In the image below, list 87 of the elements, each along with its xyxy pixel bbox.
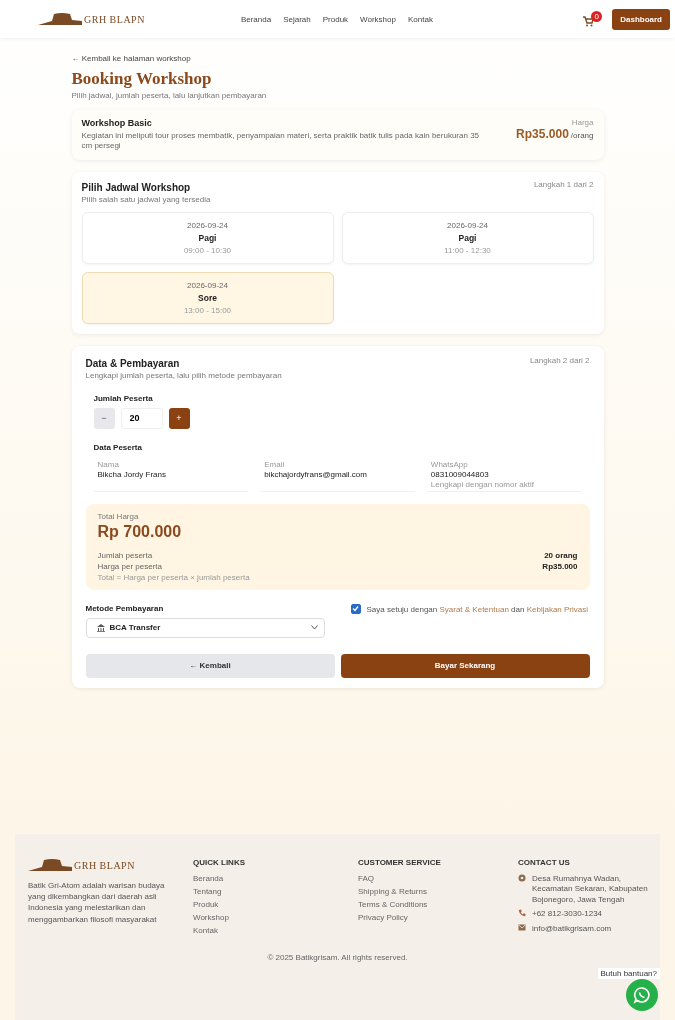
dashboard-button[interactable]: Dashboard: [612, 8, 670, 30]
schedule-option[interactable]: 2026-09-24 Pagi 09:00 - 10:30: [81, 211, 334, 264]
footer-link[interactable]: FAQ: [358, 874, 518, 883]
schedule-option[interactable]: 2026-09-24 Pagi 11:00 - 12:30: [341, 211, 594, 264]
slot-session: Sore: [198, 292, 217, 303]
summary-value: Rp35.000: [542, 561, 578, 571]
summary-label: Harga per peserta: [97, 561, 162, 571]
back-link[interactable]: ← Kembali ke halaman workshop: [71, 54, 604, 63]
footer-link[interactable]: Shipping & Returns: [358, 887, 518, 896]
footer-link[interactable]: Kontak: [193, 926, 358, 935]
cart-icon[interactable]: [582, 15, 595, 27]
nav-link[interactable]: Workshop: [360, 14, 396, 24]
footer-description: Batik Gri-Atom adalah warisan budaya yang dikembangkan dari daerah asli Indonesia yang melestarikan dan menggambarkan filosofi masyarakat: [28, 880, 166, 925]
field-label: WhatsApp: [430, 459, 469, 469]
mail-icon: [518, 923, 526, 931]
increase-button[interactable]: +: [168, 407, 190, 429]
total-amount: Rp 700.000: [97, 522, 183, 541]
slot-session: Pagi: [198, 232, 217, 243]
pay-button[interactable]: Bayar Sekarang: [340, 653, 590, 678]
workshop-name: Workshop Basic: [81, 118, 153, 128]
field-label: Jumlah Peserta: [93, 393, 154, 403]
page-title: Booking Workshop: [71, 69, 213, 89]
phone-icon: [518, 909, 526, 918]
nav-link[interactable]: Produk: [322, 14, 349, 24]
workshop-description: Kegiatan ini meliputi tour proses membatik, penyampaian materi, serta praktik batik tulis pada kain berukuran 35 cm persegi: [81, 131, 481, 152]
footer-link[interactable]: Terms & Conditions: [358, 900, 518, 909]
help-tooltip: Butuh bantuan?: [597, 968, 660, 979]
summary-note: Total = Harga per peserta × jumlah peserta: [97, 572, 251, 582]
hat-logo-icon: [28, 858, 72, 872]
step-label: Langkah 2 dari 2: [529, 355, 590, 365]
footer-link[interactable]: Produk: [193, 900, 358, 909]
footer-link[interactable]: Workshop: [193, 913, 358, 922]
logo-text: GRH BLAPN: [74, 859, 135, 871]
field-label: Metode Pembayaran: [85, 603, 165, 613]
privacy-link[interactable]: Kebijakan Privasi: [526, 604, 588, 614]
slot-time: 09:00 - 10:30: [183, 245, 232, 255]
terms-link[interactable]: Syarat & Ketentuan: [439, 604, 509, 614]
contact-text: info@batikgrisam.com: [532, 923, 613, 934]
agreement-text: Saya setuju dengan Syarat & Ketentuan dan Kebijakan Privasi: [366, 603, 588, 616]
footer-link[interactable]: Privacy Policy: [358, 913, 518, 922]
chat-button[interactable]: [626, 979, 658, 1011]
slot-session: Pagi: [458, 232, 477, 243]
schedule-option[interactable]: 2026-09-24 Sore 13:00 - 15:00: [81, 271, 334, 324]
nav-link[interactable]: Sejarah: [283, 14, 311, 24]
chat-bubble-icon: [633, 986, 651, 1004]
section-hint: Lengkapi jumlah peserta, lalu pilih metode pembayaran: [85, 370, 282, 380]
section-title: Data & Pembayaran: [85, 357, 181, 369]
field-label: Data Peserta: [93, 442, 143, 452]
footer-heading: CUSTOMER SERVICE: [358, 858, 442, 867]
price-unit: /orang: [570, 131, 594, 140]
participant-count-field[interactable]: 20: [120, 407, 163, 429]
hat-logo-icon: [38, 12, 82, 26]
summary-value: 20 orang: [544, 550, 578, 560]
slot-time: 13:00 - 15:00: [183, 305, 232, 315]
payment-method-select[interactable]: BCA Transfer: [85, 617, 325, 638]
contact-text: Desa Rumahnya Wadan, Kecamatan Sekaran, Kabupaten Bojonegoro, Jawa Tengah: [532, 874, 649, 906]
field-label: Email: [264, 459, 286, 469]
nav-link[interactable]: Beranda: [240, 14, 272, 24]
footer-link[interactable]: Beranda: [193, 874, 358, 883]
chevron-down-icon: [310, 625, 318, 631]
step-label: Langkah 1 dari 2: [533, 179, 594, 189]
agree-checkbox[interactable]: [350, 603, 361, 614]
decrease-button[interactable]: −: [93, 407, 115, 429]
slot-date: 2026-09-24: [187, 280, 228, 290]
section-hint: Pilih salah satu jadwal yang tersedia: [81, 194, 211, 204]
footer-link[interactable]: Tentang: [193, 887, 358, 896]
section-title: Pilih Jadwal Workshop: [81, 181, 192, 193]
cart-count-badge: 0: [591, 11, 603, 22]
workshop-price: Rp35.000: [516, 127, 569, 141]
slot-date: 2026-09-24: [447, 220, 488, 230]
bank-icon: [96, 623, 105, 632]
footer-heading: CONTACT US: [518, 858, 571, 867]
logo-text: GRH BLAPN: [84, 13, 145, 25]
summary-label: Jumlah peserta: [97, 550, 153, 560]
page-subtitle: Pilih jadwal, jumlah peserta, lalu lanjutkan pembayaran: [71, 91, 268, 100]
contact-text: +62 812-3030-1234: [532, 909, 604, 920]
total-label: Total Harga: [97, 511, 140, 521]
location-icon: [518, 874, 526, 882]
price-label: Harga: [570, 118, 594, 127]
slot-date: 2026-09-24: [187, 220, 228, 230]
nav-link[interactable]: Kontak: [407, 14, 433, 24]
copyright-text: © 2025 Batikgrisam. All rights reserved.: [267, 953, 408, 962]
field-hint: Lengkapi dengan nomor aktif: [430, 479, 535, 489]
slot-time: 11:00 - 12:30: [444, 245, 491, 255]
field-label: Nama: [97, 459, 120, 469]
footer-heading: QUICK LINKS: [193, 858, 246, 867]
back-button[interactable]: ← Kembali: [85, 653, 335, 678]
